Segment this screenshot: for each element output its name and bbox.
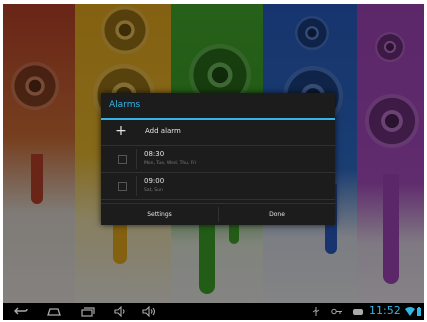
alarm-time: 08:30 [144,150,165,158]
alarms-dialog: Alarms + Add alarm 08:30 Mon, Tue, Wed, … [101,93,335,225]
dialog-title: Alarms [101,93,335,120]
alarm-enable-checkbox[interactable] [118,155,127,164]
volume-up-icon[interactable] [141,306,157,317]
usb-icon [312,307,320,316]
wifi-icon [405,307,415,316]
alarm-days: Mon, Tue, Wed, Thu, Fri [144,161,197,166]
alarm-time: 09:00 [144,177,165,185]
screenshot-frame: Alarms + Add alarm 08:30 Mon, Tue, Wed, … [0,0,427,322]
alarm-item[interactable]: 08:30 Mon, Tue, Wed, Thu, Fri [101,146,335,173]
home-icon[interactable] [46,306,62,317]
battery-icon [417,307,421,316]
dialog-button-bar: Settings Done [101,203,335,225]
alarm-enable-checkbox[interactable] [118,182,127,191]
add-alarm-row[interactable]: + Add alarm [101,120,335,146]
add-alarm-label: Add alarm [145,127,181,135]
volume-down-icon[interactable] [113,306,127,317]
settings-button[interactable]: Settings [101,204,218,225]
divider [136,176,137,196]
home-screen: Alarms + Add alarm 08:30 Mon, Tue, Wed, … [3,4,424,303]
alarm-days: Sat, Sun [144,188,163,193]
plus-icon: + [115,123,127,139]
status-clock: 11:52 [369,304,401,317]
divider [136,149,137,169]
gamepad-icon [353,309,363,315]
back-icon[interactable] [13,306,29,317]
system-bar: 11:52 [3,303,424,320]
done-button[interactable]: Done [219,204,335,225]
alarm-item[interactable]: 09:00 Sat, Sun [101,173,335,200]
recent-apps-icon[interactable] [80,306,96,317]
key-icon [331,308,342,315]
